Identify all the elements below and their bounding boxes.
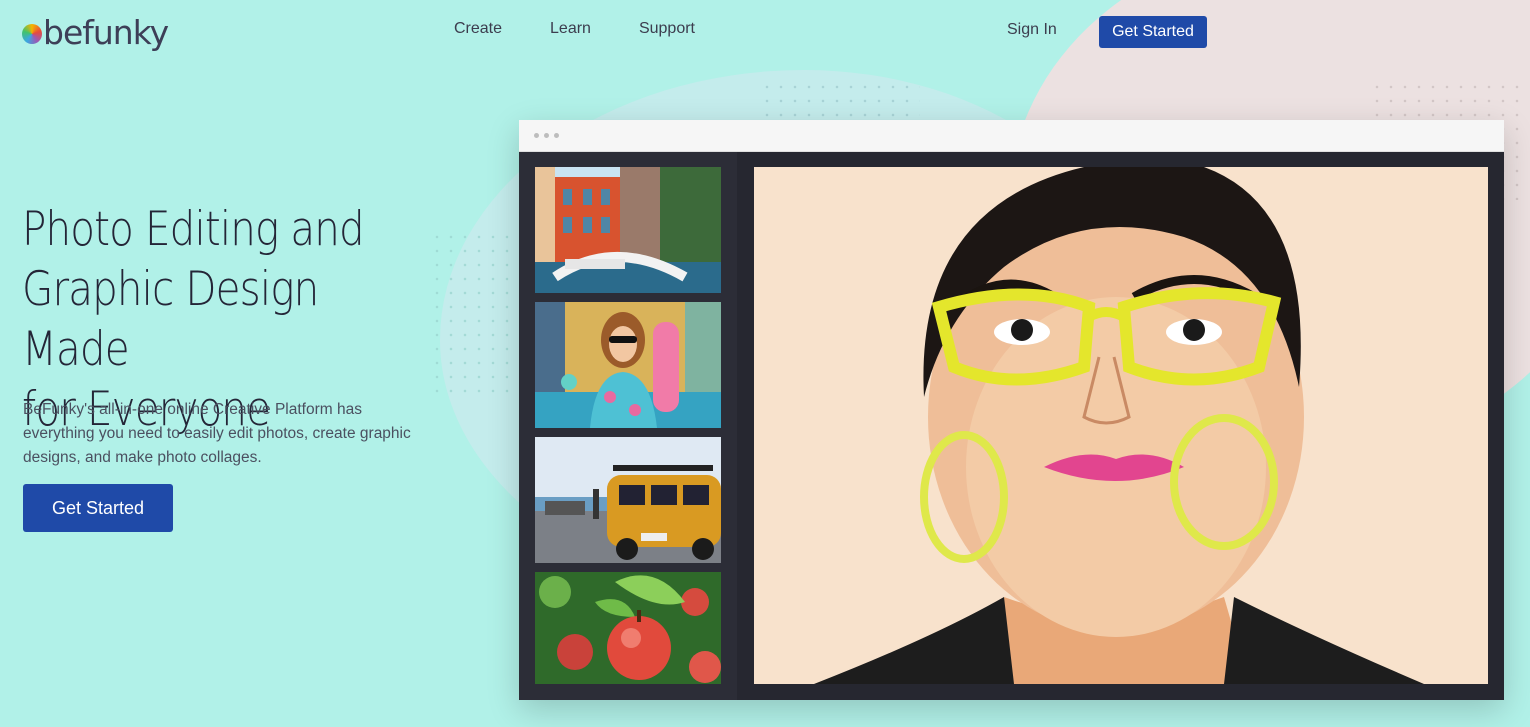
hero-description: BeFunky's all-in-one online Creative Pla…: [23, 401, 411, 466]
window-dot-icon: [554, 133, 559, 138]
editor-preview-window: [519, 120, 1504, 700]
logo-text: befunky: [43, 12, 169, 52]
nav-create[interactable]: Create: [454, 20, 502, 38]
nav-support[interactable]: Support: [639, 20, 695, 38]
main-photo-canvas[interactable]: [754, 167, 1488, 684]
site-header: befunky Create Learn Support Sign In Get…: [0, 0, 1530, 64]
thumbnail-skateboard-girl[interactable]: [535, 302, 721, 428]
logo-color-wheel-icon: [22, 24, 42, 44]
header-get-started-button[interactable]: Get Started: [1099, 16, 1207, 48]
hero-title-line: Graphic Design Made: [22, 262, 319, 377]
thumbnail-venice[interactable]: [535, 167, 721, 293]
main-nav: Create Learn Support: [454, 20, 695, 38]
editor-body: [519, 152, 1504, 700]
sign-in-link[interactable]: Sign In: [1007, 21, 1057, 39]
window-title-bar: [519, 120, 1504, 152]
thumbnail-apple[interactable]: [535, 572, 721, 684]
thumbnail-column: [519, 152, 737, 700]
window-dot-icon: [534, 133, 539, 138]
befunky-logo[interactable]: befunky: [22, 12, 169, 52]
thumbnail-vintage-van[interactable]: [535, 437, 721, 563]
hero-get-started-button[interactable]: Get Started: [23, 484, 173, 532]
nav-learn[interactable]: Learn: [550, 20, 591, 38]
dot-pattern: [760, 80, 920, 120]
window-dot-icon: [544, 133, 549, 138]
hero-title-line: Photo Editing and: [22, 202, 365, 257]
